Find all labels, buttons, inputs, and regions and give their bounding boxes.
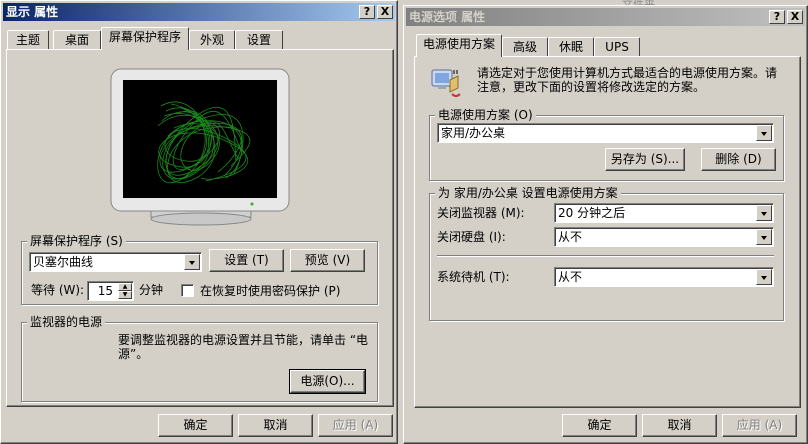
disk-off-label: 关闭硬盘 (I): xyxy=(437,230,506,244)
standby-value: 从不 xyxy=(558,270,583,284)
tab-desktop[interactable]: 桌面 xyxy=(53,30,101,50)
close-button[interactable]: X xyxy=(787,10,803,24)
power-button[interactable]: 电源(O)... xyxy=(289,369,366,394)
ok-button[interactable]: 确定 xyxy=(562,414,637,437)
save-as-button[interactable]: 另存为 (S)... xyxy=(605,148,685,171)
monitor-off-select[interactable]: 20 分钟之后 xyxy=(554,203,774,223)
settings-button[interactable]: 设置 (T) xyxy=(209,249,284,272)
settings-divider xyxy=(437,255,774,257)
power-scheme-group-label: 电源使用方案 (O) xyxy=(435,108,536,122)
power-options-window: 电源选项 属性 ? X 电源使用方案 高级 休眠 UPS 请选定对于您使用计算机… xyxy=(403,5,808,444)
power-scheme-value: 家用/办公桌 xyxy=(441,126,506,140)
tab-hibernate[interactable]: 休眠 xyxy=(548,37,594,57)
screensaver-select[interactable]: 贝塞尔曲线 xyxy=(29,252,202,272)
display-title: 显示 属性 xyxy=(6,5,59,19)
wait-label: 等待 (W): xyxy=(31,283,85,297)
help-button[interactable]: ? xyxy=(359,5,375,19)
cancel-button[interactable]: 取消 xyxy=(642,414,717,437)
monitor-off-value: 20 分钟之后 xyxy=(558,206,626,220)
cancel-button[interactable]: 取消 xyxy=(238,414,313,437)
power-plug-icon xyxy=(431,69,461,97)
chevron-down-icon[interactable] xyxy=(756,229,772,245)
tab-settings[interactable]: 设置 xyxy=(235,30,283,50)
minutes-label: 分钟 xyxy=(139,283,164,297)
power-title: 电源选项 属性 xyxy=(409,10,486,24)
wait-value: 15 xyxy=(97,284,113,298)
intro-line2: 注意，更改下面的设置将修改选定的方案。 xyxy=(477,80,706,94)
chevron-down-icon[interactable] xyxy=(756,125,772,141)
wait-stepper[interactable]: 15 ▲ ▼ xyxy=(87,281,134,301)
help-button[interactable]: ? xyxy=(769,10,785,24)
monitor-power-group-label: 监视器的电源 xyxy=(27,315,106,329)
password-checkbox[interactable] xyxy=(181,284,194,297)
stepper-down-icon[interactable]: ▼ xyxy=(118,291,132,299)
delete-button[interactable]: 删除 (D) xyxy=(701,148,776,171)
chevron-down-icon[interactable] xyxy=(184,254,200,270)
password-label[interactable]: 在恢复时使用密码保护 (P) xyxy=(200,283,340,299)
apply-button[interactable]: 应用 (A) xyxy=(318,414,393,437)
standby-label: 系统待机 (T): xyxy=(437,270,510,284)
screensaver-value: 贝塞尔曲线 xyxy=(33,255,94,269)
preview-button[interactable]: 预览 (V) xyxy=(290,249,365,272)
ok-button[interactable]: 确定 xyxy=(158,414,233,437)
chevron-down-icon[interactable] xyxy=(756,269,772,285)
tab-appearance[interactable]: 外观 xyxy=(189,30,235,50)
chevron-down-icon[interactable] xyxy=(756,205,772,221)
monitor-off-label: 关闭监视器 (M): xyxy=(437,206,525,220)
disk-off-value: 从不 xyxy=(558,230,583,244)
power-description-line2: 源”。 xyxy=(118,347,149,361)
power-titlebar[interactable]: 电源选项 属性 ? X xyxy=(406,8,805,26)
screensaver-group-label: 屏幕保护程序 (S) xyxy=(27,234,126,248)
tab-themes[interactable]: 主题 xyxy=(7,30,49,50)
tab-power-schemes[interactable]: 电源使用方案 xyxy=(416,34,502,57)
tab-advanced[interactable]: 高级 xyxy=(502,37,548,57)
monitor-preview xyxy=(110,68,290,226)
power-description-line1: 要调整监视器的电源设置并且节能，请单击 “电 xyxy=(118,333,369,347)
display-titlebar[interactable]: 显示 属性 ? X xyxy=(3,3,395,21)
tab-ups[interactable]: UPS xyxy=(594,37,640,57)
tab-screensaver[interactable]: 屏幕保护程序 xyxy=(101,27,189,50)
close-button[interactable]: X xyxy=(377,5,393,19)
disk-off-select[interactable]: 从不 xyxy=(554,227,774,247)
power-scheme-select[interactable]: 家用/办公桌 xyxy=(437,123,774,143)
apply-button[interactable]: 应用 (A) xyxy=(722,414,797,437)
standby-select[interactable]: 从不 xyxy=(554,267,774,287)
stepper-up-icon[interactable]: ▲ xyxy=(118,283,132,291)
scheme-settings-group-label: 为 家用/办公桌 设置电源使用方案 xyxy=(435,186,621,200)
display-properties-window: 显示 属性 ? X 主题 桌面 屏幕保护程序 外观 设置 屏幕保护程序 (S) xyxy=(0,0,398,444)
